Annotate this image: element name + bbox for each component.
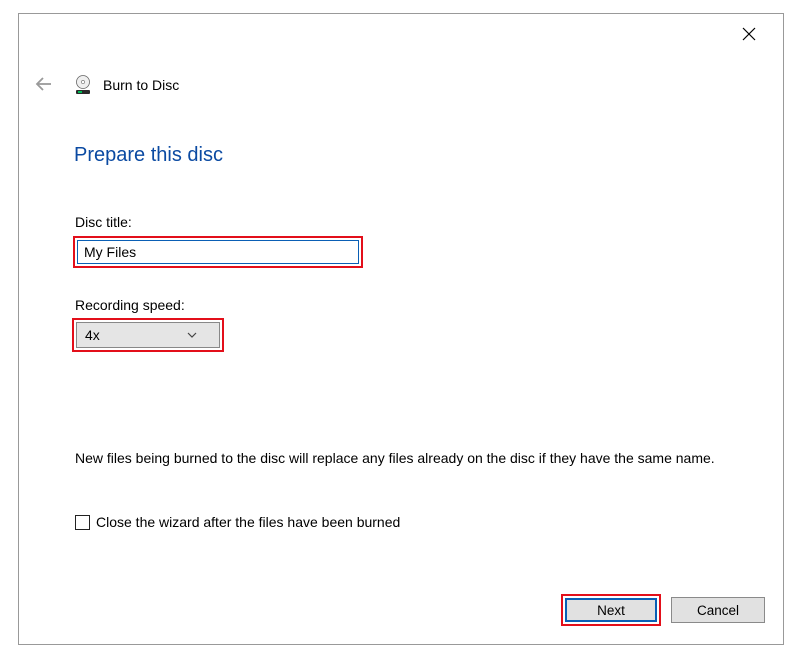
- disc-title-label: Disc title:: [75, 214, 132, 230]
- back-button[interactable]: [33, 74, 55, 96]
- next-button-highlight: Next: [561, 594, 661, 626]
- disc-title-highlight: [73, 236, 363, 268]
- close-after-burn-checkbox[interactable]: [75, 515, 90, 530]
- disc-burn-icon: [73, 75, 93, 95]
- chevron-down-icon: [187, 327, 197, 343]
- close-after-burn-label: Close the wizard after the files have be…: [96, 514, 400, 530]
- cancel-button[interactable]: Cancel: [671, 597, 765, 623]
- recording-speed-dropdown[interactable]: 4x: [76, 322, 220, 348]
- page-heading: Prepare this disc: [74, 144, 223, 167]
- window-title: Burn to Disc: [103, 77, 179, 93]
- disc-title-input[interactable]: [77, 240, 359, 264]
- burn-to-disc-dialog: Burn to Disc Prepare this disc Disc titl…: [18, 13, 784, 645]
- recording-speed-value: 4x: [85, 327, 100, 343]
- arrow-left-icon: [34, 74, 54, 97]
- replace-note: New files being burned to the disc will …: [75, 449, 730, 468]
- recording-speed-label: Recording speed:: [75, 297, 185, 313]
- next-button[interactable]: Next: [565, 598, 657, 622]
- recording-speed-highlight: 4x: [72, 318, 224, 352]
- close-icon: [742, 27, 756, 46]
- close-button[interactable]: [727, 20, 771, 52]
